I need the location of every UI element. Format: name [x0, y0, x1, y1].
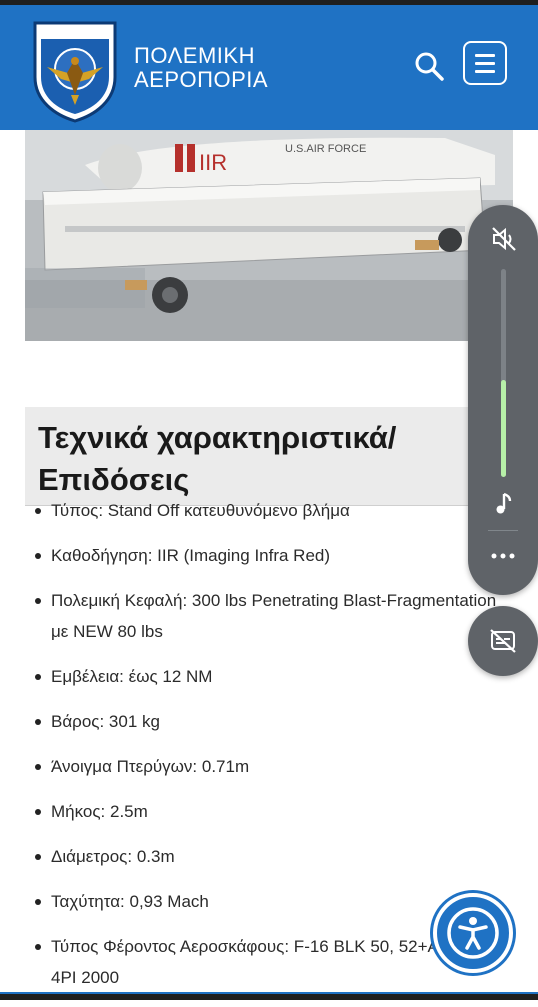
live-caption-button[interactable]	[468, 606, 538, 676]
navigation-bar-edge	[0, 992, 538, 1000]
brand-line-2: ΑΕΡΟΠΟΡΙΑ	[134, 67, 269, 92]
spec-item-wingspan: Άνοιγμα Πτερύγων: 0.71m	[0, 751, 538, 782]
site-brand[interactable]: ΠΟΛΕΜΙΚΗ ΑΕΡΟΠΟΡΙΑ	[134, 44, 268, 92]
missile-marking: IIR	[199, 150, 227, 175]
spec-item-guidance: Καθοδήγηση: IIR (Imaging Infra Red)	[0, 540, 538, 571]
volume-panel-divider	[488, 530, 518, 531]
menu-bar-icon	[475, 54, 495, 57]
spec-item-type: Τύπος: Stand Off κατευθυνόμενο βλήμα	[0, 495, 538, 526]
music-note-icon[interactable]	[492, 491, 516, 517]
brand-line-1: ΠΟΛΕΜΙΚΗ	[134, 43, 255, 68]
accessibility-icon	[447, 907, 499, 959]
spec-item-length: Μήκος: 2.5m	[0, 796, 538, 827]
section-title: Τεχνικά χαρακτηριστικά/ Επιδόσεις	[25, 406, 513, 506]
missile-photo: IIR U.S.AIR FORCE	[25, 130, 513, 341]
air-force-crest-icon[interactable]	[31, 19, 119, 123]
accessibility-button[interactable]	[433, 893, 513, 973]
volume-panel	[468, 205, 538, 595]
menu-button[interactable]	[463, 41, 507, 85]
more-options-icon[interactable]	[490, 550, 516, 562]
menu-bar-icon	[475, 70, 495, 73]
live-caption-off-icon	[490, 629, 516, 653]
search-icon[interactable]	[412, 49, 446, 83]
spec-item-warhead: Πολεμική Κεφαλή: 300 lbs Penetrating Bla…	[0, 585, 538, 647]
spec-item-range: Εμβέλεια: έως 12 NM	[0, 661, 538, 692]
mute-icon[interactable]	[490, 225, 518, 253]
site-header: ΠΟΛΕΜΙΚΗ ΑΕΡΟΠΟΡΙΑ	[0, 5, 538, 130]
spec-item-diameter: Διάμετρος: 0.3m	[0, 841, 538, 872]
missile-usaf-text: U.S.AIR FORCE	[285, 143, 366, 155]
spec-item-weight: Βάρος: 301 kg	[0, 706, 538, 737]
menu-bar-icon	[475, 62, 495, 65]
volume-slider-fill[interactable]	[501, 380, 506, 477]
